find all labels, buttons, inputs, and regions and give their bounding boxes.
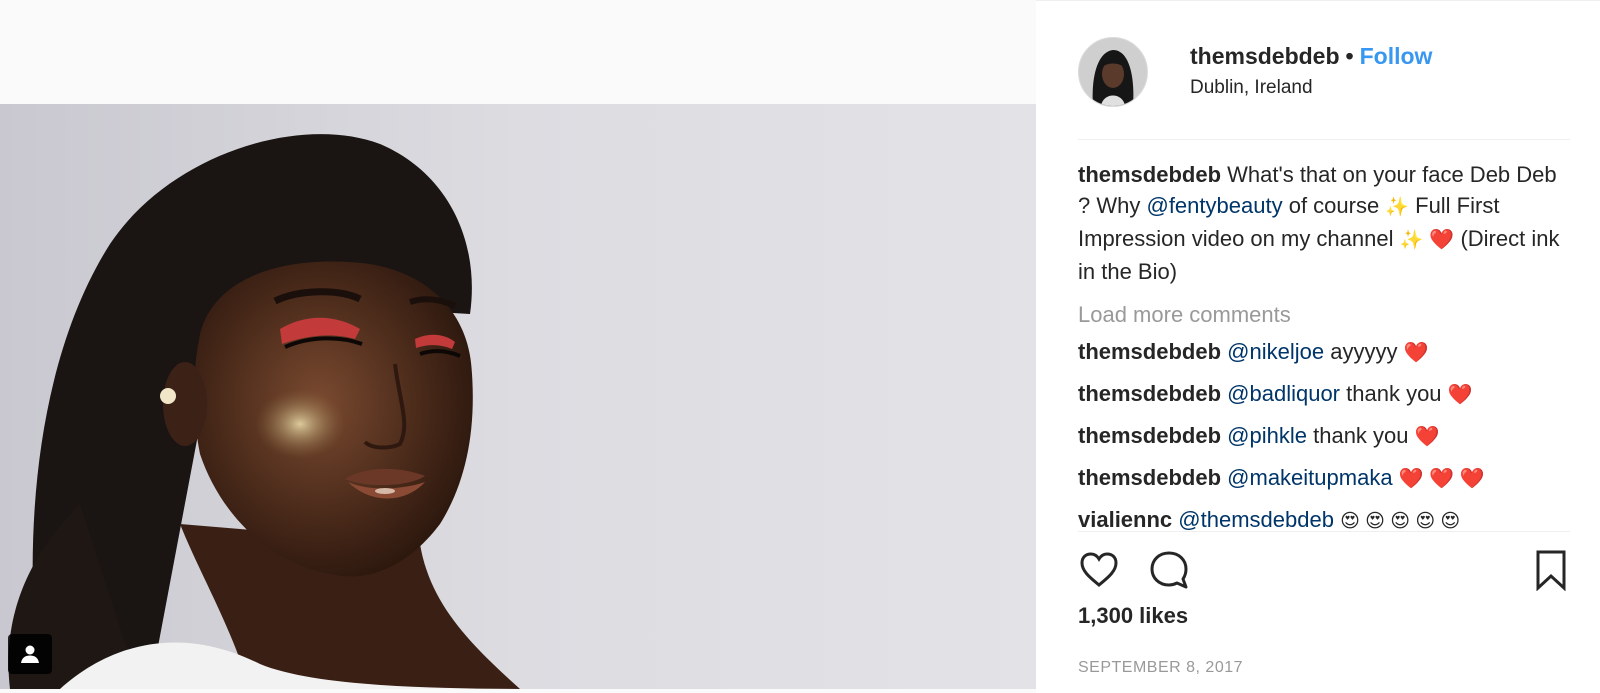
instagram-post-page: themsdebdeb • Follow Dublin, Ireland thems… — [0, 0, 1600, 693]
header-divider — [1078, 139, 1570, 140]
save-button[interactable] — [1530, 549, 1572, 592]
post-date[interactable]: SEPTEMBER 8, 2017 — [1078, 659, 1243, 677]
post-sidebar: themsdebdeb • Follow Dublin, Ireland thems… — [1036, 0, 1600, 693]
comment-username[interactable]: themsdebdeb — [1078, 423, 1221, 448]
comment-emoji: ❤️ — [1403, 342, 1429, 364]
sparkle-emoji: ✨ — [1399, 230, 1424, 251]
caption: themsdebdeb What's that on your face Deb… — [1078, 159, 1570, 287]
comment-mention[interactable]: @makeitupmaka — [1227, 465, 1392, 490]
header-username[interactable]: themsdebdeb — [1190, 43, 1340, 69]
location-link[interactable]: Dublin, Ireland — [1190, 77, 1313, 99]
load-more-comments-button[interactable]: Load more comments — [1078, 299, 1570, 330]
comment-username[interactable]: themsdebdeb — [1078, 381, 1221, 406]
comment-username[interactable]: themsdebdeb — [1078, 339, 1221, 364]
post-photo[interactable] — [0, 104, 1036, 689]
likes-count[interactable]: 1,300 likes — [1078, 603, 1188, 629]
comment-emoji: ❤️ — [1447, 384, 1473, 406]
tagged-users-button[interactable] — [8, 634, 52, 674]
post-header: themsdebdeb • Follow Dublin, Ireland — [1078, 35, 1570, 107]
caption-mention[interactable]: @fentybeauty — [1146, 193, 1282, 218]
comment-emoji: 😍 😍 😍 😍 😍 — [1340, 511, 1461, 532]
comment-username[interactable]: themsdebdeb — [1078, 465, 1221, 490]
comment-mention[interactable]: @themsdebdeb — [1178, 507, 1334, 532]
comment-emoji: ❤️ ❤️ ❤️ — [1398, 468, 1485, 490]
sparkle-emoji: ✨ — [1385, 197, 1409, 218]
comment-text: thank you — [1313, 423, 1409, 448]
follow-button[interactable]: Follow — [1360, 43, 1433, 69]
comment-mention[interactable]: @badliquor — [1227, 381, 1340, 406]
comment-item: vialiennc @themsdebdeb 😍 😍 😍 😍 😍 — [1078, 504, 1570, 537]
actions-divider — [1078, 531, 1570, 532]
comment-item: themsdebdeb @badliquor thank you ❤️ — [1078, 378, 1570, 411]
comment-button[interactable] — [1148, 549, 1190, 591]
comment-item: themsdebdeb @makeitupmaka ❤️ ❤️ ❤️ — [1078, 462, 1570, 495]
comment-username[interactable]: vialiennc — [1078, 507, 1172, 532]
heart-outline-icon — [1080, 552, 1118, 587]
speech-bubble-icon — [1150, 551, 1188, 589]
like-button[interactable] — [1078, 549, 1120, 591]
portrait-illustration — [0, 104, 1036, 689]
comment-text: ayyyyy — [1330, 339, 1398, 364]
avatar-image — [1079, 38, 1147, 106]
avatar[interactable] — [1078, 37, 1148, 107]
header-separator: • — [1345, 43, 1354, 69]
header-title: themsdebdeb • Follow — [1190, 43, 1432, 70]
caption-text-2: of course — [1288, 193, 1380, 218]
heart-emoji: ❤️ — [1429, 229, 1455, 251]
comments-list: themsdebdeb What's that on your face Deb… — [1078, 159, 1570, 539]
comment-mention[interactable]: @nikeljoe — [1227, 339, 1324, 364]
action-bar — [1078, 549, 1572, 592]
comment-emoji: ❤️ — [1414, 426, 1440, 448]
comment-item: themsdebdeb @pihkle thank you ❤️ — [1078, 420, 1570, 453]
comment-text: thank you — [1346, 381, 1442, 406]
caption-username[interactable]: themsdebdeb — [1078, 162, 1221, 187]
comment-mention[interactable]: @pihkle — [1227, 423, 1307, 448]
person-tag-icon — [21, 645, 39, 663]
bookmark-icon — [1536, 550, 1566, 592]
comment-item: themsdebdeb @nikeljoe ayyyyy ❤️ — [1078, 336, 1570, 369]
media-panel — [0, 0, 1036, 693]
